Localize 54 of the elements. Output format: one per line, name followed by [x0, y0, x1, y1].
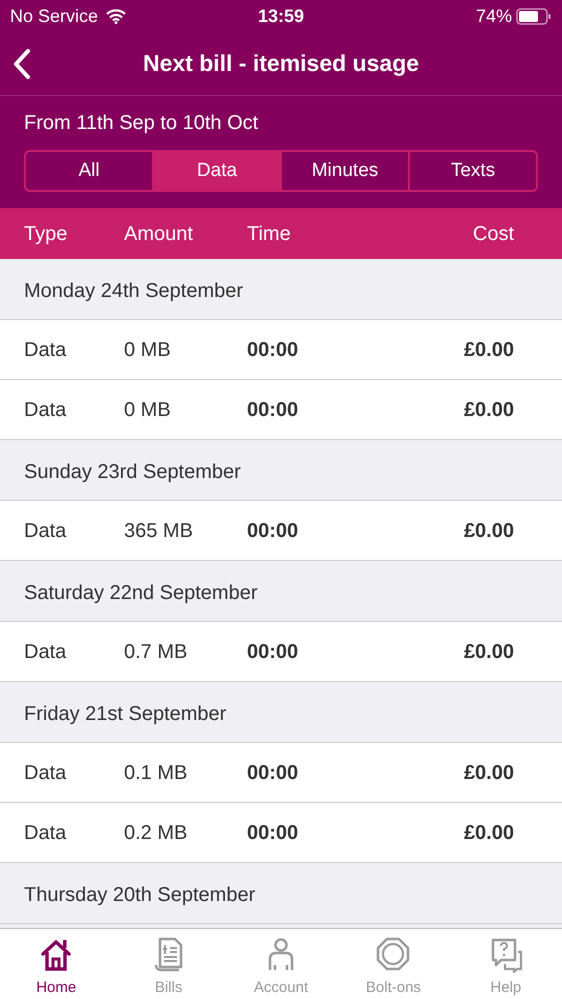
tab-bar-item[interactable]: Bills [112, 929, 225, 999]
filter-tab[interactable]: Texts [408, 152, 536, 190]
usage-amount: 0.7 MB [124, 640, 188, 662]
usage-amount: 365 MB [124, 520, 193, 542]
usage-cost: £0.00 [464, 520, 514, 542]
billing-period: From 11th Sep to 10th Oct [24, 111, 260, 136]
usage-amount: 0.1 MB [124, 762, 188, 784]
tab-label: Help [490, 978, 522, 998]
clock-text: 13:59 [256, 4, 306, 28]
battery-percent: 74% [476, 4, 512, 28]
usage-cost: £0.00 [464, 398, 514, 420]
usage-type: Data [24, 640, 66, 662]
wifi-icon [106, 8, 126, 24]
usage-cost: £0.00 [464, 640, 514, 662]
tab-label: Bills [154, 978, 182, 998]
usage-time: 00:00 [247, 520, 298, 542]
tab-label: Home [36, 978, 76, 998]
usage-time: 00:00 [247, 640, 298, 662]
column-header: Amount [124, 222, 193, 244]
column-header: Cost [472, 222, 514, 244]
battery-icon [516, 8, 552, 24]
column-header: Type [24, 222, 68, 244]
filter-tab[interactable]: Data [152, 152, 280, 190]
tab-bar-item[interactable]: Help [450, 929, 562, 999]
usage-cost: £0.00 [464, 822, 514, 844]
column-header: Time [247, 222, 291, 244]
carrier-text: No Service [10, 4, 98, 28]
tab-label: Account [254, 978, 308, 998]
usage-amount: 0.2 MB [124, 822, 188, 844]
date-heading: Monday 24th September [24, 280, 244, 302]
usage-time: 00:00 [247, 398, 298, 420]
usage-cost: £0.00 [464, 762, 514, 784]
tab-bar-item[interactable]: Account [224, 929, 338, 999]
usage-cost: £0.00 [464, 338, 514, 360]
tab-bar-item[interactable]: Home [0, 929, 112, 999]
ring-icon [374, 935, 412, 973]
date-heading: Thursday 20th September [24, 884, 256, 906]
usage-type: Data [24, 762, 66, 784]
usage-type: Data [24, 822, 66, 844]
page-title: Next bill - itemised usage [142, 49, 420, 78]
date-heading: Saturday 22nd September [24, 582, 258, 604]
usage-time: 00:00 [247, 338, 298, 360]
usage-type: Data [24, 520, 66, 542]
tab-bar-item[interactable]: Bolt-ons [337, 929, 450, 999]
usage-type: Data [24, 338, 66, 360]
back-button[interactable] [12, 48, 32, 80]
tab-label: Bolt-ons [366, 978, 421, 998]
usage-amount: 0 MB [124, 398, 171, 420]
date-heading: Friday 21st September [24, 703, 226, 725]
usage-time: 00:00 [247, 762, 298, 784]
usage-amount: 0 MB [124, 338, 171, 360]
usage-type: Data [24, 398, 66, 420]
date-heading: Sunday 23rd September [24, 461, 241, 483]
usage-time: 00:00 [247, 822, 298, 844]
